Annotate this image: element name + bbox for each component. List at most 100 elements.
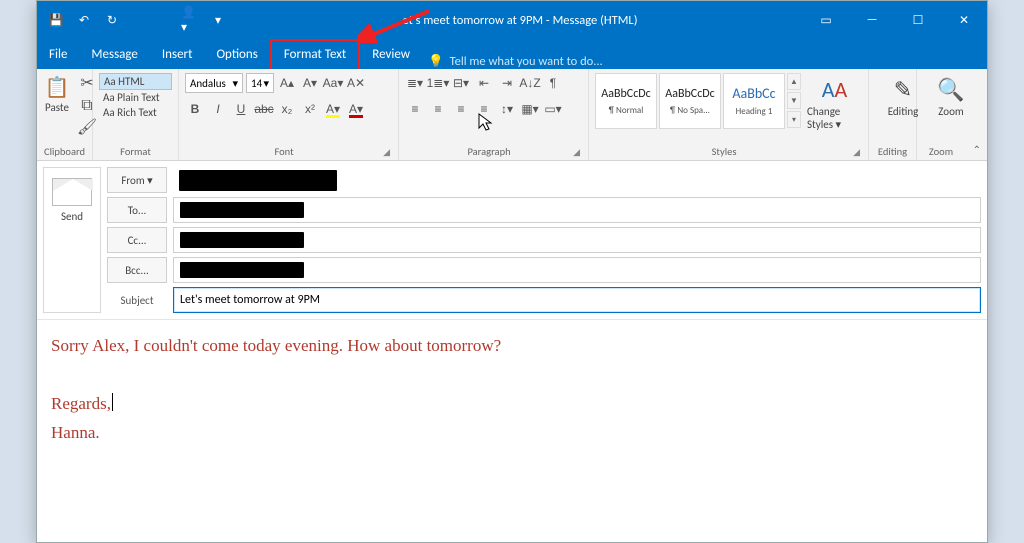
redo-icon[interactable]: ↻ bbox=[103, 11, 121, 29]
undo-icon[interactable]: ↶ bbox=[75, 11, 93, 29]
tab-options[interactable]: Options bbox=[204, 41, 269, 69]
cc-button[interactable]: Cc... bbox=[107, 227, 167, 253]
numbering-button[interactable]: 1≣▾ bbox=[428, 73, 448, 93]
paragraph-group-label: Paragraph bbox=[405, 144, 573, 158]
send-button[interactable]: Send bbox=[43, 167, 101, 313]
gallery-up-icon[interactable]: ▲ bbox=[787, 73, 801, 90]
font-size-select[interactable]: 14▾ bbox=[246, 73, 274, 93]
paste-label: Paste bbox=[45, 101, 69, 114]
bcc-button[interactable]: Bcc... bbox=[107, 257, 167, 283]
window-title: et's meet tomorrow at 9PM - Message (HTM… bbox=[237, 13, 803, 28]
close-button[interactable]: ✕ bbox=[941, 1, 987, 39]
align-right-button[interactable]: ≡ bbox=[451, 99, 471, 119]
superscript-button[interactable]: x² bbox=[300, 99, 320, 119]
show-marks-button[interactable]: ¶ bbox=[543, 73, 563, 93]
styles-group-label: Styles bbox=[595, 144, 853, 158]
paragraph-dialog-launcher-icon[interactable]: ◢ bbox=[573, 147, 582, 158]
zoom-group-label: Zoom bbox=[923, 144, 959, 158]
group-format: Aa HTML Aa Plain Text Aa Rich Text Forma… bbox=[93, 69, 179, 160]
format-html[interactable]: Aa HTML bbox=[99, 73, 172, 90]
styles-gallery: AaBbCcDc¶ Normal AaBbCcDc¶ No Spa... AaB… bbox=[595, 73, 801, 129]
cc-field[interactable]: user2@example.com bbox=[173, 227, 981, 253]
maximize-button[interactable]: ☐ bbox=[895, 1, 941, 39]
subject-field[interactable]: Let's meet tomorrow at 9PM bbox=[173, 287, 981, 313]
format-rich[interactable]: Aa Rich Text bbox=[99, 105, 172, 120]
account-icon[interactable]: 👤▾ bbox=[181, 11, 199, 29]
paste-button[interactable]: 📋 Paste bbox=[43, 73, 71, 114]
grow-font-icon[interactable]: A▴ bbox=[277, 73, 297, 93]
bold-button[interactable]: B bbox=[185, 99, 205, 119]
style-no-spacing[interactable]: AaBbCcDc¶ No Spa... bbox=[659, 73, 721, 129]
tab-file[interactable]: File bbox=[37, 41, 79, 69]
subject-value: Let's meet tomorrow at 9PM bbox=[180, 293, 320, 307]
multilevel-button[interactable]: ⊟▾ bbox=[451, 73, 471, 93]
tab-message[interactable]: Message bbox=[79, 41, 149, 69]
justify-button[interactable]: ≡ bbox=[474, 99, 494, 119]
cc-value: user2@example.com bbox=[180, 232, 304, 248]
highlight-button[interactable]: A▾ bbox=[323, 99, 343, 119]
clear-formatting-icon[interactable]: A✕ bbox=[346, 73, 366, 93]
gallery-down-icon[interactable]: ▼ bbox=[787, 92, 801, 109]
style-heading-1[interactable]: AaBbCcHeading 1 bbox=[723, 73, 785, 129]
styles-dialog-launcher-icon[interactable]: ◢ bbox=[853, 147, 862, 158]
text-cursor-icon bbox=[112, 393, 113, 411]
line-spacing-button[interactable]: ↕▾ bbox=[497, 99, 517, 119]
font-name-select[interactable]: Andalus▾ bbox=[185, 73, 243, 93]
shading-button[interactable]: ▦▾ bbox=[520, 99, 540, 119]
minimize-button[interactable]: — bbox=[849, 1, 895, 39]
outlook-compose-window: 💾 ↶ ↻ 👤▾ ▾ et's meet tomorrow at 9PM - M… bbox=[36, 0, 988, 543]
borders-button[interactable]: ▭▾ bbox=[543, 99, 563, 119]
increase-indent-button[interactable]: ⇥ bbox=[497, 73, 517, 93]
from-button[interactable]: From ▾ bbox=[107, 167, 167, 193]
body-line-2: Regards, bbox=[51, 394, 111, 413]
ribbon: 📋 Paste ✂ ⧉ 🖌 Clipboard Aa HTML Aa Plain… bbox=[37, 69, 987, 161]
editing-group-label: Editing bbox=[875, 144, 910, 158]
font-group-label: Font bbox=[185, 144, 383, 158]
italic-button[interactable]: I bbox=[208, 99, 228, 119]
qat-customize-icon[interactable]: ▾ bbox=[209, 11, 227, 29]
to-button[interactable]: To... bbox=[107, 197, 167, 223]
body-line-1: Sorry Alex, I couldn't come today evenin… bbox=[51, 332, 973, 361]
from-value: user0@example.com bbox=[179, 170, 337, 191]
subject-label: Subject bbox=[107, 294, 167, 307]
sort-button[interactable]: A↓Z bbox=[520, 73, 540, 93]
underline-button[interactable]: U bbox=[231, 99, 251, 119]
font-dialog-launcher-icon[interactable]: ◢ bbox=[383, 147, 392, 158]
collapse-ribbon-icon[interactable]: ⌃ bbox=[973, 143, 981, 156]
align-center-button[interactable]: ≡ bbox=[428, 99, 448, 119]
group-paragraph: ≣▾ 1≣▾ ⊟▾ ⇤ ⇥ A↓Z ¶ ≡ ≡ ≡ ≡ ↕▾ ▦▾ ▭▾ bbox=[399, 69, 589, 160]
tab-format-text[interactable]: Format Text bbox=[270, 39, 360, 69]
message-body[interactable]: Sorry Alex, I couldn't come today evenin… bbox=[37, 319, 987, 460]
strikethrough-button[interactable]: abc bbox=[254, 99, 274, 119]
group-clipboard: 📋 Paste ✂ ⧉ 🖌 Clipboard bbox=[37, 69, 93, 160]
tab-insert[interactable]: Insert bbox=[150, 41, 205, 69]
style-normal[interactable]: AaBbCcDc¶ Normal bbox=[595, 73, 657, 129]
tab-review[interactable]: Review bbox=[360, 41, 422, 69]
bullets-button[interactable]: ≣▾ bbox=[405, 73, 425, 93]
align-left-button[interactable]: ≡ bbox=[405, 99, 425, 119]
group-editing: ✎ Editing Editing bbox=[869, 69, 917, 160]
to-field[interactable]: user1@example.com bbox=[173, 197, 981, 223]
to-value: user1@example.com bbox=[180, 202, 304, 218]
format-group-label: Format bbox=[99, 144, 172, 158]
subscript-button[interactable]: x₂ bbox=[277, 99, 297, 119]
zoom-icon: 🔍 bbox=[937, 73, 964, 105]
clipboard-group-label: Clipboard bbox=[43, 144, 86, 158]
title-bar: 💾 ↶ ↻ 👤▾ ▾ et's meet tomorrow at 9PM - M… bbox=[37, 1, 987, 39]
change-case-icon[interactable]: Aa▾ bbox=[323, 73, 343, 93]
decrease-indent-button[interactable]: ⇤ bbox=[474, 73, 494, 93]
body-line-3: Hanna. bbox=[51, 419, 973, 448]
save-icon[interactable]: 💾 bbox=[47, 11, 65, 29]
format-plain[interactable]: Aa Plain Text bbox=[99, 90, 172, 105]
quick-access-toolbar: 💾 ↶ ↻ 👤▾ ▾ bbox=[37, 1, 237, 39]
tell-me-search[interactable]: 💡 Tell me what you want to do... bbox=[422, 54, 603, 69]
gallery-more-icon[interactable]: ▾ bbox=[787, 111, 801, 128]
bcc-field[interactable]: user3@example.com bbox=[173, 257, 981, 283]
shrink-font-icon[interactable]: A▾ bbox=[300, 73, 320, 93]
change-styles-button[interactable]: AA Change Styles ▾ bbox=[807, 73, 862, 131]
font-color-button[interactable]: A▾ bbox=[346, 99, 366, 119]
group-styles: AaBbCcDc¶ Normal AaBbCcDc¶ No Spa... AaB… bbox=[589, 69, 869, 160]
bcc-value: user3@example.com bbox=[180, 262, 304, 278]
ribbon-display-icon[interactable]: ▭ bbox=[803, 1, 849, 39]
zoom-button[interactable]: 🔍 Zoom bbox=[923, 73, 979, 118]
